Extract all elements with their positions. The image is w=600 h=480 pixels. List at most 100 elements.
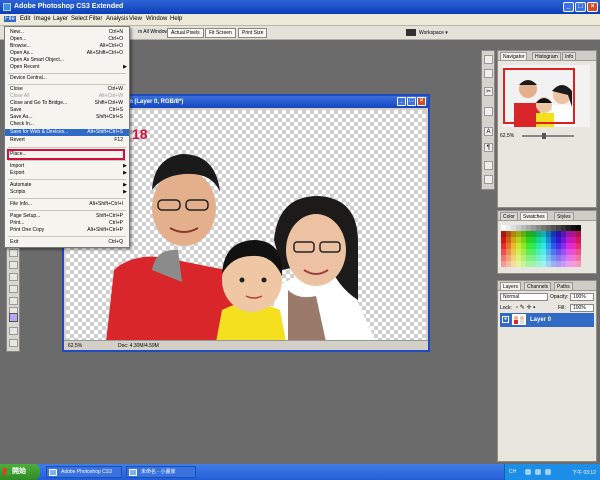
navigator-zoom-slider-knob[interactable] [542, 133, 546, 139]
menu-item-import[interactable]: Import ▶ [5, 163, 129, 170]
ime-indicator[interactable]: CH [509, 469, 516, 475]
tab-info[interactable]: Info [562, 52, 577, 60]
menu-item-open-recent[interactable]: Open Recent ▶ [5, 64, 129, 71]
eraser-tool-icon[interactable] [9, 249, 18, 257]
paragraph-icon[interactable]: ¶ [484, 143, 493, 152]
swatch-grid[interactable] [501, 225, 581, 267]
minimize-button[interactable]: _ [563, 2, 574, 12]
layer-comps-icon[interactable] [484, 161, 493, 170]
tab-paths[interactable]: Paths [554, 282, 573, 290]
menu-filter[interactable]: Filter [89, 16, 102, 22]
menu-item-scripts[interactable]: Scripts ▶ [5, 189, 129, 196]
menu-item-automate[interactable]: Automate ▶ [5, 182, 129, 189]
menu-item-file-info[interactable]: File Info... Alt+Shift+Ctrl+I [5, 201, 129, 208]
zoom-all-windows-label[interactable]: m All Windows [138, 29, 171, 35]
document-zoom-level[interactable]: 62.5% [68, 343, 82, 349]
maximize-button[interactable]: □ [575, 2, 586, 12]
document-size-info[interactable]: Doc: 4.30M/4.59M [118, 343, 159, 349]
navigator-zoom-slider[interactable] [522, 133, 574, 139]
menu-item-print-one-copy[interactable]: Print One Copy Alt+Shift+Ctrl+P [5, 227, 129, 234]
blur-tool-icon[interactable] [9, 273, 18, 281]
menu-analysis[interactable]: Analysis [106, 16, 128, 22]
menu-item-shortcut: Ctrl+O [108, 36, 123, 42]
menu-item-open[interactable]: Open... Ctrl+O [5, 36, 129, 43]
lock-icons[interactable]: ▫ ✎ ✛ ▪ [516, 304, 535, 311]
menu-view[interactable]: View [129, 16, 142, 22]
menu-item-exit[interactable]: Exit Ctrl+Q [5, 239, 129, 246]
fill-input[interactable]: 100% [570, 304, 594, 312]
menu-item-close[interactable]: Close Ctrl+W [5, 86, 129, 93]
fit-screen-button[interactable]: Fit Screen [205, 28, 236, 38]
actions-icon[interactable] [484, 69, 493, 78]
opacity-input[interactable]: 100% [570, 293, 594, 301]
tab-channels[interactable]: Channels [524, 282, 552, 290]
actual-pixels-button[interactable]: Actual Pixels [167, 28, 204, 38]
blend-mode-select[interactable]: Normal [500, 293, 548, 301]
doc-minimize-button[interactable]: _ [397, 97, 406, 106]
layer-row[interactable]: ● Layer 0 [500, 313, 594, 327]
doc-close-button[interactable]: × [417, 97, 426, 106]
menu-item-open-as[interactable]: Open As... Alt+Shift+Ctrl+O [5, 50, 129, 57]
menu-window[interactable]: Window [146, 16, 167, 22]
menu-help[interactable]: Help [170, 16, 182, 22]
color-swatch[interactable] [576, 261, 581, 267]
dodge-tool-icon[interactable] [9, 285, 18, 293]
foreground-color-swatch[interactable] [9, 313, 18, 322]
hand-tool-icon[interactable] [9, 297, 18, 305]
navigator-tabs: Navigator Histogram Info [498, 51, 596, 61]
network-icon[interactable] [525, 469, 531, 475]
quick-mask-icon[interactable] [9, 327, 18, 335]
swatches-tabs: Color Swatches Styles [498, 211, 596, 221]
menu-item-export[interactable]: Export ▶ [5, 170, 129, 177]
taskbar-paint-button[interactable]: 未命名 - 小畫家 [126, 466, 196, 478]
tab-histogram[interactable]: Histogram [532, 52, 561, 60]
menu-item-shortcut: Alt+Shift+Ctrl+O [86, 50, 123, 56]
menu-edit[interactable]: Edit [20, 16, 30, 22]
menu-item-page-setup[interactable]: Page Setup... Shift+Ctrl+P [5, 213, 129, 220]
menu-item-device-central[interactable]: Device Central... [5, 75, 129, 82]
close-button[interactable]: × [587, 2, 598, 12]
character-icon[interactable]: A [484, 127, 493, 136]
layer-name: Layer 0 [530, 317, 552, 323]
navigator-view-box[interactable] [503, 68, 575, 124]
workspace-label: Workspace ▾ [419, 30, 448, 36]
menu-image[interactable]: Image [34, 16, 51, 22]
menu-item-close-go-to-bridge[interactable]: Close and Go To Bridge... Shift+Ctrl+W [5, 100, 129, 107]
history-icon[interactable] [484, 55, 493, 64]
tab-navigator[interactable]: Navigator [500, 52, 528, 60]
doc-maximize-button[interactable]: □ [407, 97, 416, 106]
taskbar-photoshop-button[interactable]: Adobe Photoshop CS3 [46, 466, 122, 478]
taskbar-clock[interactable]: 下午 03:12 [572, 469, 596, 476]
clone-source-icon[interactable] [484, 175, 493, 184]
menu-item-revert[interactable]: Revert F12 [5, 137, 129, 144]
brushes-icon[interactable] [484, 107, 493, 116]
tab-swatches[interactable]: Swatches [520, 212, 548, 220]
tool-presets-icon[interactable]: ✂ [484, 87, 493, 96]
print-size-button[interactable]: Print Size [238, 28, 268, 38]
menu-item-save-as[interactable]: Save As... Shift+Ctrl+S [5, 114, 129, 121]
start-button[interactable]: 開始 [0, 464, 40, 480]
menu-item-open-as-smart-object[interactable]: Open As Smart Object... [5, 57, 129, 64]
tab-layers[interactable]: Layers [500, 282, 522, 290]
menu-item-new[interactable]: New... Ctrl+N [5, 29, 129, 36]
screen-mode-icon[interactable] [9, 339, 18, 347]
menu-layer[interactable]: Layer [53, 16, 68, 22]
navigator-thumbnail[interactable] [502, 65, 590, 127]
menu-select[interactable]: Select [71, 16, 88, 22]
menu-item-save[interactable]: Save Ctrl+S [5, 107, 129, 114]
tab-color[interactable]: Color [500, 212, 518, 220]
navigator-zoom-value[interactable]: 62.5% [500, 133, 514, 139]
menu-item-check-in[interactable]: Check In... [5, 121, 129, 128]
tab-styles[interactable]: Styles [554, 212, 574, 220]
eye-icon[interactable]: ● [502, 316, 509, 323]
menu-item-browse[interactable]: Browse... Alt+Ctrl+O [5, 43, 129, 50]
menu-file[interactable]: File [4, 16, 16, 22]
volume-icon[interactable] [535, 469, 541, 475]
menu-item-close-all[interactable]: Close All Alt+Ctrl+W [5, 93, 129, 100]
highlight-callout-box [7, 149, 125, 160]
workspace-dropdown[interactable]: Workspace ▾ [406, 28, 448, 38]
security-icon[interactable] [545, 469, 551, 475]
menu-item-save-for-web[interactable]: Save for Web & Devices... Alt+Shift+Ctrl+… [5, 129, 129, 136]
gradient-tool-icon[interactable] [9, 261, 18, 269]
menu-item-print[interactable]: Print... Ctrl+P [5, 220, 129, 227]
